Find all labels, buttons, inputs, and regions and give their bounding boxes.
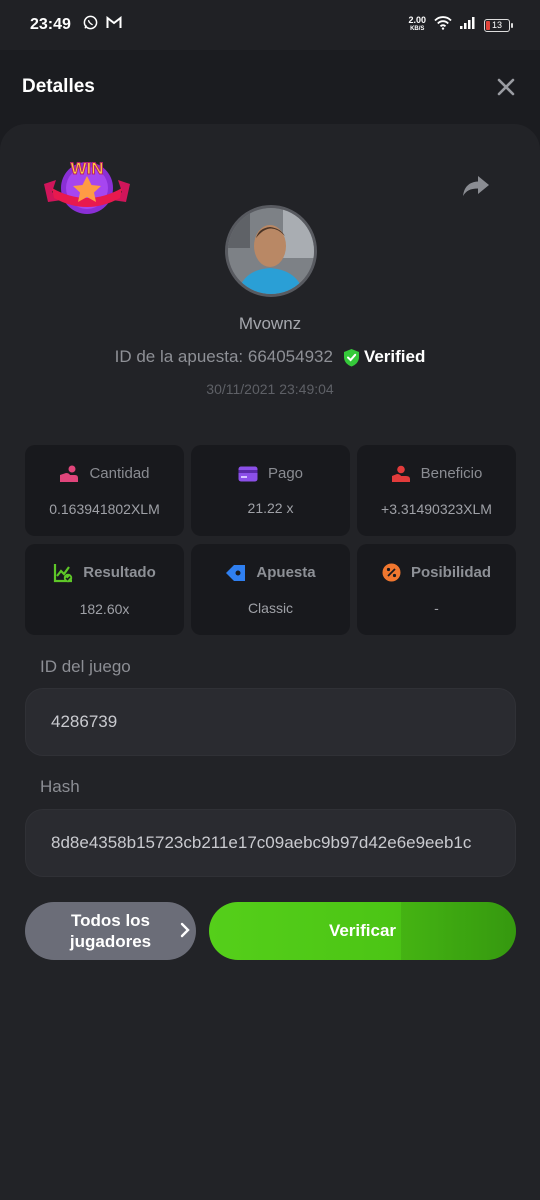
- close-button[interactable]: [494, 75, 518, 99]
- net-speed-unit: KB/S: [410, 26, 425, 32]
- ticket-icon: [226, 564, 246, 581]
- gmail-icon: [106, 15, 122, 34]
- stat-label: Pago: [267, 465, 304, 482]
- net-speed: 2.00 KB/S: [408, 16, 426, 34]
- bet-details-card: WIN Mvownz ID de la apuesta: 664054932 V…: [0, 124, 540, 1200]
- bet-id-label: ID de la apuesta: 664054932: [114, 347, 333, 366]
- win-badge: WIN: [42, 154, 132, 220]
- status-time: 23:49: [30, 16, 71, 33]
- bet-id-row: ID de la apuesta: 664054932 Verified: [0, 347, 540, 367]
- stat-resultado: Resultado 182.60x: [25, 544, 184, 635]
- stat-beneficio: Beneficio +3.31490323XLM: [357, 445, 516, 536]
- verify-label: Verificar: [328, 921, 397, 940]
- hash-field[interactable]: 8d8e4358b15723cb211e17c09aebc9b97d42e6e9…: [25, 809, 516, 877]
- stat-label: Apuesta: [256, 564, 316, 581]
- percent-icon: [382, 563, 401, 582]
- page-title: Detalles: [22, 76, 95, 97]
- bet-timestamp: 30/11/2021 23:49:04: [206, 381, 334, 397]
- shield-check-icon: [343, 348, 359, 366]
- stat-grid: Cantidad 0.163941802XLM Pago 21.22 x Ben…: [25, 445, 517, 635]
- share-button[interactable]: [462, 174, 492, 200]
- all-players-label: Todos los jugadores: [69, 911, 152, 951]
- stat-value: 21.22 x: [247, 500, 294, 516]
- page-header: Detalles: [0, 50, 540, 124]
- battery-icon: 13: [484, 18, 513, 32]
- avatar: [225, 205, 317, 297]
- verified-label: Verified: [363, 347, 426, 366]
- wifi-icon: [434, 15, 452, 35]
- net-speed-value: 2.00: [408, 15, 426, 25]
- game-id-field[interactable]: 4286739: [25, 688, 516, 756]
- stat-pago: Pago 21.22 x: [191, 445, 350, 536]
- stat-label: Cantidad: [89, 465, 150, 482]
- coins-hand-icon: [60, 465, 79, 482]
- win-badge-text: WIN: [70, 159, 103, 178]
- stat-value: Classic: [247, 599, 294, 616]
- stat-label: Posibilidad: [410, 564, 491, 581]
- game-id-label: ID del juego: [40, 657, 131, 676]
- username: Mvownz: [238, 314, 302, 333]
- chart-check-icon: [54, 563, 73, 582]
- stat-value: +3.31490323XLM: [381, 500, 492, 517]
- share-icon: [463, 176, 489, 196]
- chevron-right-icon: [180, 922, 190, 938]
- stat-label: Beneficio: [420, 465, 483, 482]
- stat-apuesta: Apuesta Classic: [191, 544, 350, 635]
- stat-value: 182.60x: [79, 600, 130, 617]
- close-icon: [497, 78, 515, 96]
- stat-cantidad: Cantidad 0.163941802XLM: [25, 445, 184, 536]
- stat-posibilidad: Posibilidad -: [357, 544, 516, 635]
- stat-value: -: [434, 600, 439, 616]
- signal-icon: [460, 16, 476, 34]
- verified-badge: Verified: [343, 347, 425, 367]
- stat-value: 0.163941802XLM: [49, 500, 160, 517]
- verify-button[interactable]: Verificar: [209, 902, 516, 960]
- profit-hand-icon: [391, 465, 410, 482]
- card-icon: [238, 466, 258, 481]
- status-bar: 23:49 2.00 KB/S 13: [0, 0, 540, 50]
- battery-level: 13: [491, 20, 502, 30]
- hash-label: Hash: [40, 777, 80, 796]
- whatsapp-icon: [83, 15, 98, 35]
- all-players-button[interactable]: Todos los jugadores: [25, 902, 196, 960]
- stat-label: Resultado: [83, 564, 156, 581]
